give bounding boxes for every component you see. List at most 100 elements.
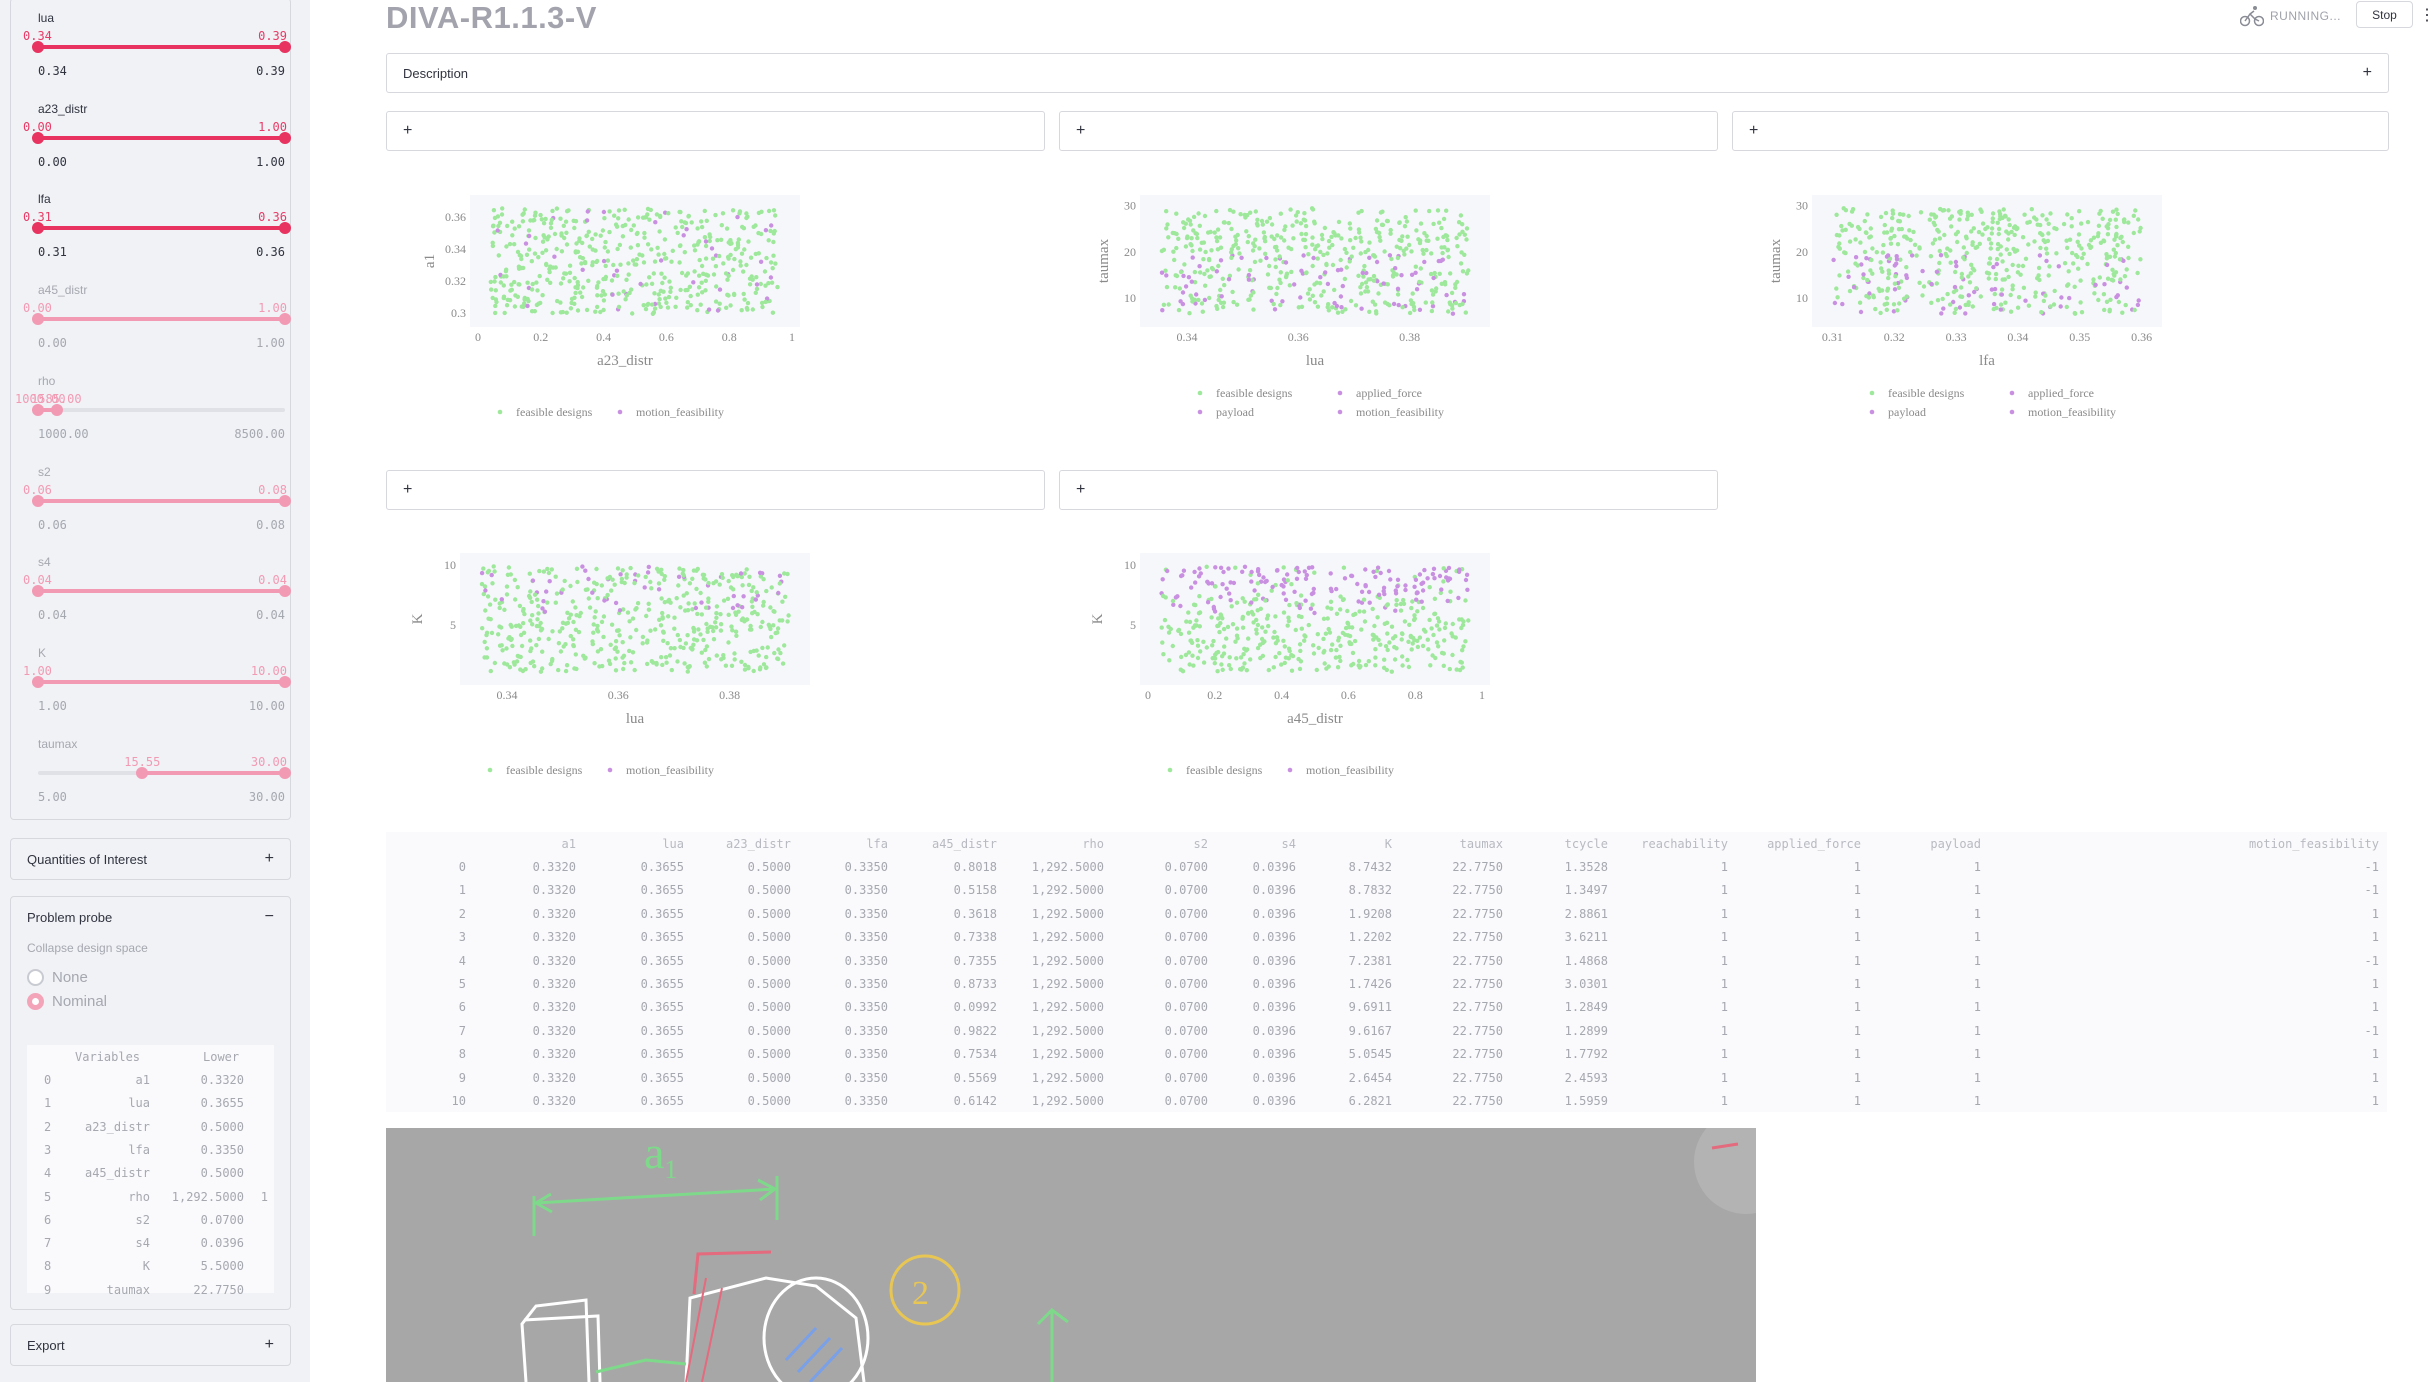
feasible-point[interactable] [661, 289, 666, 294]
feasible-point[interactable] [609, 278, 615, 283]
feasible-point[interactable] [1967, 280, 1973, 285]
feasible-point[interactable] [1348, 238, 1353, 243]
feasible-point[interactable] [1375, 615, 1380, 620]
feasible-point[interactable] [649, 302, 655, 307]
infeasible-point[interactable] [1339, 305, 1344, 310]
infeasible-point[interactable] [1864, 256, 1869, 261]
feasible-point[interactable] [1328, 599, 1334, 604]
feasible-point[interactable] [530, 622, 535, 627]
feasible-point[interactable] [1384, 667, 1389, 673]
feasible-point[interactable] [1889, 228, 1894, 233]
infeasible-point[interactable] [1853, 255, 1859, 260]
feasible-point[interactable] [1921, 284, 1927, 289]
expand-plus-icon[interactable]: + [265, 1336, 274, 1354]
feasible-point[interactable] [698, 632, 703, 637]
feasible-point[interactable] [564, 310, 569, 315]
legend-label[interactable]: feasible designs [1888, 386, 1965, 400]
feasible-point[interactable] [769, 585, 774, 590]
feasible-point[interactable] [1322, 225, 1328, 231]
feasible-point[interactable] [1282, 227, 1287, 233]
legend-marker[interactable] [497, 409, 503, 415]
feasible-point[interactable] [1965, 213, 1971, 218]
feasible-point[interactable] [596, 280, 601, 285]
feasible-point[interactable] [529, 259, 534, 264]
feasible-point[interactable] [1412, 307, 1417, 313]
feasible-point[interactable] [636, 573, 641, 578]
feasible-point[interactable] [2038, 222, 2043, 228]
feasible-point[interactable] [510, 233, 515, 238]
feasible-point[interactable] [764, 255, 769, 261]
feasible-point[interactable] [2002, 213, 2008, 218]
feasible-point[interactable] [780, 661, 786, 666]
infeasible-point[interactable] [1409, 272, 1415, 277]
infeasible-point[interactable] [1211, 606, 1217, 612]
infeasible-point[interactable] [1249, 569, 1254, 575]
feasible-point[interactable] [1209, 596, 1214, 602]
feasible-point[interactable] [1173, 285, 1178, 290]
feasible-point[interactable] [1344, 265, 1349, 270]
feasible-point[interactable] [1340, 597, 1346, 603]
feasible-point[interactable] [1943, 251, 1948, 257]
feasible-point[interactable] [1166, 630, 1172, 635]
feasible-point[interactable] [1991, 306, 1996, 312]
feasible-point[interactable] [564, 230, 569, 235]
feasible-point[interactable] [2020, 263, 2026, 269]
feasible-point[interactable] [2126, 244, 2131, 249]
infeasible-point[interactable] [610, 292, 615, 297]
feasible-point[interactable] [501, 274, 506, 279]
feasible-point[interactable] [770, 310, 776, 315]
feasible-point[interactable] [1970, 266, 1975, 271]
feasible-point[interactable] [1373, 663, 1378, 668]
feasible-point[interactable] [703, 278, 708, 283]
infeasible-point[interactable] [1991, 264, 1996, 270]
feasible-point[interactable] [1885, 288, 1890, 293]
feasible-point[interactable] [2138, 257, 2143, 262]
infeasible-point[interactable] [1325, 281, 1331, 287]
feasible-point[interactable] [703, 272, 709, 277]
feasible-point[interactable] [1897, 301, 1902, 306]
feasible-point[interactable] [660, 616, 665, 621]
feasible-point[interactable] [613, 645, 619, 650]
feasible-point[interactable] [719, 223, 724, 228]
feasible-point[interactable] [2085, 219, 2091, 225]
feasible-point[interactable] [754, 286, 760, 292]
feasible-point[interactable] [725, 596, 731, 601]
infeasible-point[interactable] [1393, 266, 1398, 271]
feasible-point[interactable] [2039, 310, 2044, 315]
infeasible-point[interactable] [1296, 569, 1301, 575]
feasible-point[interactable] [552, 231, 558, 237]
infeasible-point[interactable] [1298, 295, 1303, 300]
feasible-point[interactable] [1330, 305, 1335, 310]
feasible-point[interactable] [2107, 307, 2112, 312]
feasible-point[interactable] [566, 208, 571, 213]
feasible-point[interactable] [777, 581, 782, 586]
feasible-point[interactable] [541, 233, 546, 238]
feasible-point[interactable] [1282, 644, 1287, 649]
feasible-point[interactable] [622, 660, 627, 666]
legend-marker[interactable] [1197, 390, 1203, 396]
feasible-point[interactable] [644, 613, 649, 619]
feasible-point[interactable] [580, 256, 585, 261]
feasible-point[interactable] [1850, 207, 1856, 212]
feasible-point[interactable] [1941, 208, 1947, 213]
feasible-point[interactable] [554, 206, 560, 211]
infeasible-point[interactable] [741, 594, 746, 599]
infeasible-point[interactable] [489, 572, 494, 578]
feasible-point[interactable] [706, 656, 712, 662]
feasible-point[interactable] [758, 665, 763, 670]
feasible-point[interactable] [663, 655, 669, 660]
feasible-point[interactable] [1212, 230, 1217, 235]
feasible-point[interactable] [1310, 293, 1315, 298]
feasible-point[interactable] [756, 653, 761, 658]
feasible-point[interactable] [1230, 289, 1235, 295]
feasible-point[interactable] [1294, 601, 1299, 606]
feasible-point[interactable] [486, 616, 491, 621]
infeasible-point[interactable] [1304, 572, 1309, 578]
feasible-point[interactable] [1953, 232, 1959, 237]
feasible-point[interactable] [595, 293, 600, 298]
feasible-point[interactable] [1246, 636, 1251, 641]
feasible-point[interactable] [714, 615, 719, 620]
feasible-point[interactable] [1328, 647, 1334, 653]
feasible-point[interactable] [621, 289, 626, 294]
feasible-point[interactable] [1285, 578, 1290, 583]
